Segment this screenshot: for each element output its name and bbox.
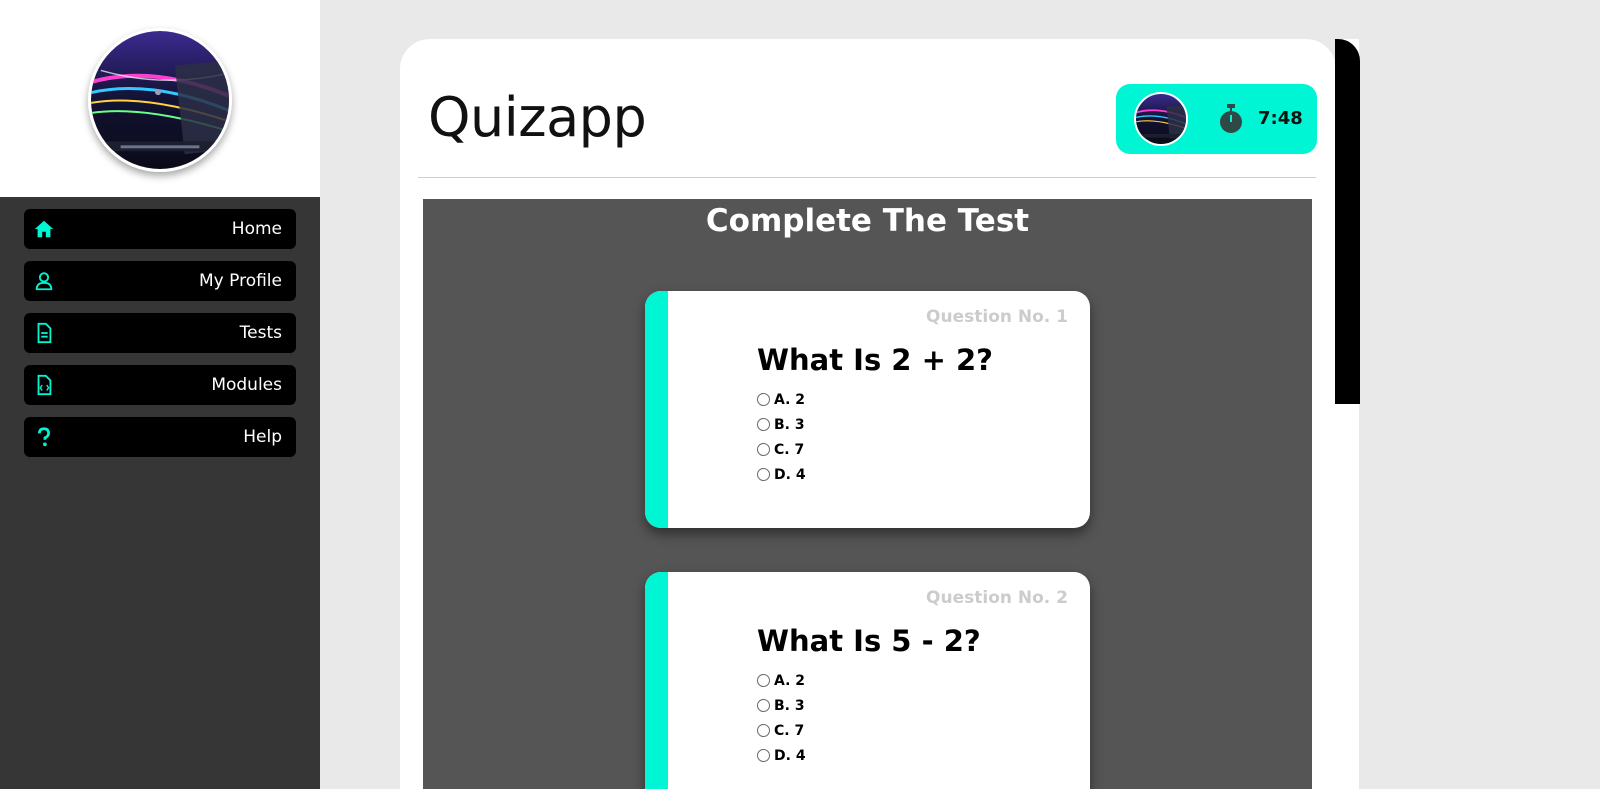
- question-accent-bar: [645, 572, 668, 789]
- radio-button[interactable]: [757, 468, 770, 481]
- scrollbar-thumb[interactable]: [1335, 39, 1360, 404]
- sidebar-header: [0, 0, 320, 197]
- radio-button[interactable]: [757, 674, 770, 687]
- sidebar-item-my-profile[interactable]: My Profile: [24, 261, 296, 301]
- header-divider: [418, 177, 1316, 178]
- code-file-icon: [32, 373, 56, 397]
- radio-button[interactable]: [757, 699, 770, 712]
- answer-option[interactable]: C. 7: [757, 437, 806, 462]
- sidebar-item-label: Modules: [211, 375, 282, 395]
- answer-option[interactable]: D. 4: [757, 743, 806, 768]
- answer-option[interactable]: B. 3: [757, 693, 806, 718]
- document-icon: [32, 321, 56, 345]
- timer-countdown: 7:48: [1258, 108, 1303, 129]
- laptop-wallpaper-image: [91, 31, 229, 169]
- radio-button[interactable]: [757, 393, 770, 406]
- answer-option[interactable]: A. 2: [757, 387, 806, 412]
- sidebar-nav: Home My Profile Tests Modules Help: [24, 209, 296, 469]
- answer-option-label: A. 2: [774, 672, 806, 689]
- test-heading: Complete The Test: [705, 203, 1030, 239]
- answer-option[interactable]: A. 2: [757, 668, 806, 693]
- answer-option-label: C. 7: [774, 441, 805, 458]
- radio-button[interactable]: [757, 724, 770, 737]
- answer-option[interactable]: B. 3: [757, 412, 806, 437]
- answer-option[interactable]: D. 4: [757, 462, 806, 487]
- home-icon: [32, 217, 56, 241]
- answer-option-label: B. 3: [774, 697, 805, 714]
- question-number: Question No. 1: [926, 307, 1068, 327]
- sidebar-item-home[interactable]: Home: [24, 209, 296, 249]
- stopwatch-icon: [1218, 104, 1244, 134]
- question-number: Question No. 2: [926, 588, 1068, 608]
- question-text: What Is 5 - 2?: [757, 624, 981, 658]
- question-accent-bar: [645, 291, 668, 528]
- answer-options: A. 2 B. 3 C. 7 D. 4: [757, 387, 806, 487]
- radio-button[interactable]: [757, 418, 770, 431]
- question-card: Question No. 2 What Is 5 - 2? A. 2 B. 3 …: [645, 572, 1090, 789]
- answer-option-label: A. 2: [774, 391, 806, 408]
- answer-options: A. 2 B. 3 C. 7 D. 4: [757, 668, 806, 768]
- sidebar-item-tests[interactable]: Tests: [24, 313, 296, 353]
- user-avatar[interactable]: [1134, 92, 1188, 146]
- answer-option-label: D. 4: [774, 747, 806, 764]
- question-icon: [32, 425, 56, 449]
- user-icon: [32, 269, 56, 293]
- question-text: What Is 2 + 2?: [757, 343, 993, 377]
- question-card: Question No. 1 What Is 2 + 2? A. 2 B. 3 …: [645, 291, 1090, 528]
- sidebar-item-label: Home: [231, 219, 282, 239]
- sidebar-item-label: My Profile: [199, 271, 282, 291]
- test-panel: Complete The Test Question No. 1 What Is…: [423, 199, 1312, 789]
- sidebar-item-label: Help: [243, 427, 282, 447]
- radio-button[interactable]: [757, 749, 770, 762]
- sidebar-item-help[interactable]: Help: [24, 417, 296, 457]
- laptop-wallpaper-image: [1136, 94, 1186, 144]
- sidebar-item-modules[interactable]: Modules: [24, 365, 296, 405]
- answer-option-label: C. 7: [774, 722, 805, 739]
- sidebar-item-label: Tests: [239, 323, 282, 343]
- profile-avatar[interactable]: [88, 28, 232, 172]
- page-title: Quizapp: [428, 86, 647, 149]
- answer-option[interactable]: C. 7: [757, 718, 806, 743]
- timer-badge: 7:48: [1116, 84, 1317, 154]
- answer-option-label: B. 3: [774, 416, 805, 433]
- sidebar: Home My Profile Tests Modules Help: [0, 0, 320, 789]
- radio-button[interactable]: [757, 443, 770, 456]
- answer-option-label: D. 4: [774, 466, 806, 483]
